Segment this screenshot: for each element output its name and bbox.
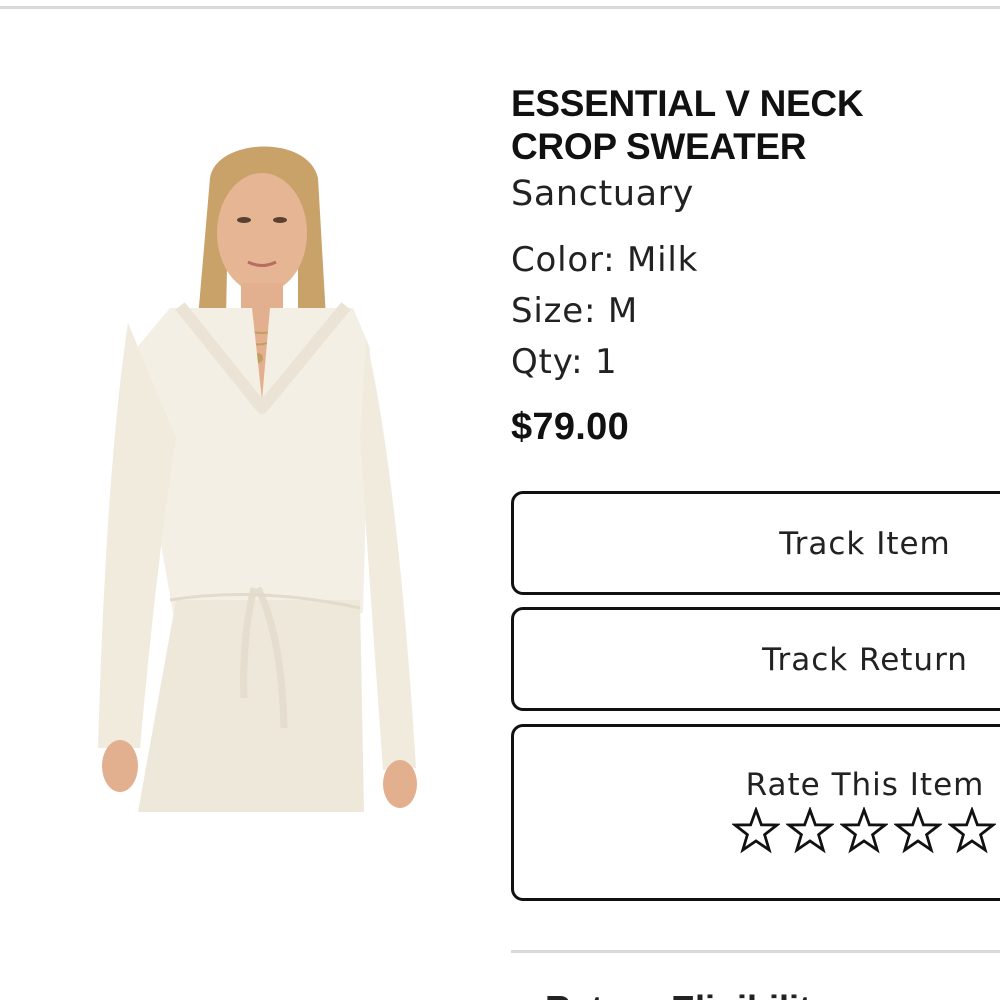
product-price: $79.00 bbox=[511, 406, 630, 448]
rate-item-panel: Rate This Item bbox=[511, 724, 1000, 901]
track-item-button[interactable]: Track Item bbox=[511, 491, 1000, 595]
rate-item-label: Rate This Item bbox=[745, 767, 985, 803]
product-brand[interactable]: Sanctuary bbox=[511, 174, 694, 214]
star-2-icon[interactable] bbox=[786, 807, 834, 855]
top-divider bbox=[0, 6, 1000, 9]
star-1-icon[interactable] bbox=[732, 807, 780, 855]
star-rating[interactable] bbox=[732, 807, 996, 855]
product-image[interactable] bbox=[98, 138, 420, 812]
track-return-label: Track Return bbox=[762, 642, 968, 678]
product-title-line2: CROP SWEATER bbox=[511, 126, 807, 167]
star-5-icon[interactable] bbox=[948, 807, 996, 855]
section-divider bbox=[511, 950, 1000, 953]
star-4-icon[interactable] bbox=[894, 807, 942, 855]
product-size: Size: M bbox=[511, 291, 638, 331]
star-3-icon[interactable] bbox=[840, 807, 888, 855]
track-item-label: Track Item bbox=[779, 526, 951, 562]
return-eligibility-heading[interactable]: Return Eligibility bbox=[545, 988, 831, 1000]
track-return-button[interactable]: Track Return bbox=[511, 607, 1000, 711]
product-title: ESSENTIAL V NECK CROP SWEATER bbox=[511, 82, 981, 168]
product-color: Color: Milk bbox=[511, 240, 699, 280]
order-item-page: ESSENTIAL V NECK CROP SWEATER Sanctuary … bbox=[0, 0, 1000, 1000]
product-title-line1: ESSENTIAL V NECK bbox=[511, 83, 864, 124]
product-qty: Qty: 1 bbox=[511, 342, 618, 382]
